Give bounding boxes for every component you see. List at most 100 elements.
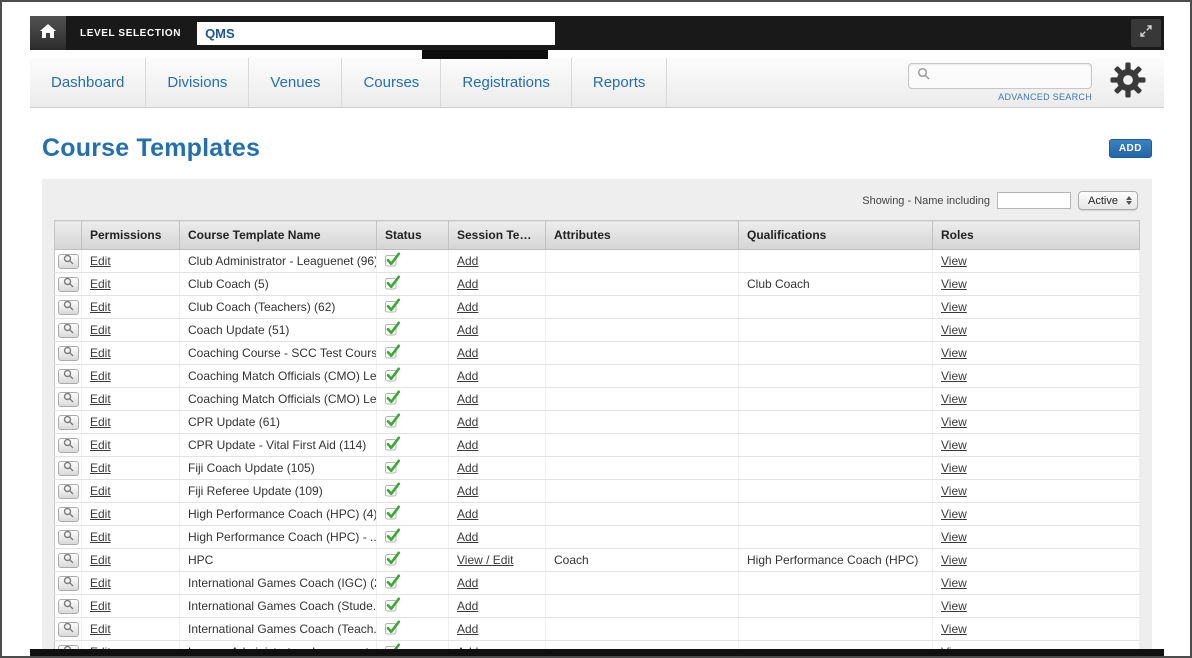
add-button[interactable]: ADD <box>1108 139 1152 158</box>
edit-permissions-link[interactable]: Edit <box>90 530 111 544</box>
course-template-name-cell: CPR Update - Vital First Aid (114) <box>179 433 377 457</box>
preview-button[interactable] <box>58 414 79 430</box>
edit-permissions-link[interactable]: Edit <box>90 484 111 498</box>
session-template-link[interactable]: Add <box>457 300 478 314</box>
home-button[interactable] <box>30 16 66 50</box>
roles-view-link[interactable]: View <box>941 507 967 521</box>
edit-permissions-link[interactable]: Edit <box>90 300 111 314</box>
global-search-box[interactable] <box>908 63 1092 89</box>
roles-view-link[interactable]: View <box>941 553 967 567</box>
page-title: Course Templates <box>42 134 261 162</box>
edit-permissions-link[interactable]: Edit <box>90 369 111 383</box>
nav-reports[interactable]: Reports <box>572 58 668 107</box>
session-template-link[interactable]: Add <box>457 323 478 337</box>
roles-view-link[interactable]: View <box>941 530 967 544</box>
session-template-link[interactable]: Add <box>457 599 478 613</box>
edit-permissions-link[interactable]: Edit <box>90 254 111 268</box>
table-row: Edit HPC View / Edit Coach High Performa… <box>54 548 1140 572</box>
preview-button[interactable] <box>58 598 79 614</box>
roles-view-link[interactable]: View <box>941 461 967 475</box>
session-template-link[interactable]: Add <box>457 507 478 521</box>
qualifications-cell <box>738 318 933 342</box>
session-template-link[interactable]: Add <box>457 530 478 544</box>
edit-permissions-link[interactable]: Edit <box>90 553 111 567</box>
nav-registrations[interactable]: Registrations <box>441 58 572 107</box>
level-context-input[interactable] <box>197 21 556 45</box>
edit-permissions-link[interactable]: Edit <box>90 392 111 406</box>
session-template-link[interactable]: Add <box>457 461 478 475</box>
fullscreen-button[interactable] <box>1131 19 1161 47</box>
nav-venues[interactable]: Venues <box>249 58 343 107</box>
advanced-search-link[interactable]: ADVANCED SEARCH <box>998 92 1092 102</box>
global-search-input[interactable] <box>936 69 1091 83</box>
edit-permissions-link[interactable]: Edit <box>90 576 111 590</box>
session-template-link[interactable]: Add <box>457 576 478 590</box>
edit-permissions-link[interactable]: Edit <box>90 599 111 613</box>
edit-permissions-link[interactable]: Edit <box>90 507 111 521</box>
roles-view-link[interactable]: View <box>941 300 967 314</box>
roles-view-link[interactable]: View <box>941 277 967 291</box>
preview-button[interactable] <box>58 552 79 568</box>
roles-view-link[interactable]: View <box>941 599 967 613</box>
roles-view-link[interactable]: View <box>941 622 967 636</box>
session-template-link[interactable]: Add <box>457 346 478 360</box>
session-template-link[interactable]: View / Edit <box>457 553 513 567</box>
session-template-link[interactable]: Add <box>457 254 478 268</box>
table-row: Edit Club Coach (Teachers) (62) Add View <box>54 295 1140 319</box>
edit-permissions-link[interactable]: Edit <box>90 415 111 429</box>
session-template-link[interactable]: Add <box>457 277 478 291</box>
attributes-cell <box>545 433 739 457</box>
roles-view-link[interactable]: View <box>941 323 967 337</box>
session-template-link[interactable]: Add <box>457 369 478 383</box>
topbar: LEVEL SELECTION <box>30 16 1164 59</box>
edit-permissions-link[interactable]: Edit <box>90 277 111 291</box>
preview-button[interactable] <box>58 391 79 407</box>
nav-courses[interactable]: Courses <box>342 58 442 107</box>
status-filter-select[interactable]: Active <box>1078 191 1138 210</box>
roles-view-link[interactable]: View <box>941 576 967 590</box>
table-row: Edit Coaching Match Officials (CMO) Le..… <box>54 364 1140 388</box>
edit-permissions-link[interactable]: Edit <box>90 438 111 452</box>
roles-view-link[interactable]: View <box>941 369 967 383</box>
edit-permissions-link[interactable]: Edit <box>90 323 111 337</box>
qualifications-cell <box>738 456 933 480</box>
preview-button[interactable] <box>58 299 79 315</box>
preview-button[interactable] <box>58 253 79 269</box>
course-template-name-cell: High Performance Coach (HPC) (4) <box>179 502 377 526</box>
filter-name-input[interactable] <box>997 192 1072 209</box>
preview-magnifier-icon <box>63 553 74 567</box>
preview-button[interactable] <box>58 322 79 338</box>
qualifications-cell <box>738 525 933 549</box>
preview-button[interactable] <box>58 575 79 591</box>
session-template-link[interactable]: Add <box>457 392 478 406</box>
nav-dashboard[interactable]: Dashboard <box>30 58 147 107</box>
preview-button[interactable] <box>58 460 79 476</box>
roles-view-link[interactable]: View <box>941 346 967 360</box>
roles-view-link[interactable]: View <box>941 254 967 268</box>
session-template-link[interactable]: Add <box>457 622 478 636</box>
roles-view-link[interactable]: View <box>941 415 967 429</box>
attributes-cell <box>545 318 739 342</box>
preview-button[interactable] <box>58 506 79 522</box>
edit-permissions-link[interactable]: Edit <box>90 461 111 475</box>
col-permissions: Permissions <box>81 220 180 250</box>
preview-button[interactable] <box>58 345 79 361</box>
preview-button[interactable] <box>58 529 79 545</box>
roles-view-link[interactable]: View <box>941 484 967 498</box>
session-template-link[interactable]: Add <box>457 484 478 498</box>
table-row: Edit Club Coach (5) Add Club Coach View <box>54 272 1140 296</box>
preview-button[interactable] <box>58 368 79 384</box>
session-template-link[interactable]: Add <box>457 415 478 429</box>
edit-permissions-link[interactable]: Edit <box>90 622 111 636</box>
preview-button[interactable] <box>58 276 79 292</box>
edit-permissions-link[interactable]: Edit <box>90 346 111 360</box>
roles-view-link[interactable]: View <box>941 392 967 406</box>
session-template-link[interactable]: Add <box>457 438 478 452</box>
status-active-icon <box>385 505 401 520</box>
roles-view-link[interactable]: View <box>941 438 967 452</box>
preview-button[interactable] <box>58 483 79 499</box>
settings-button[interactable] <box>1110 62 1146 103</box>
nav-divisions[interactable]: Divisions <box>146 58 250 107</box>
preview-button[interactable] <box>58 437 79 453</box>
preview-button[interactable] <box>58 621 79 637</box>
